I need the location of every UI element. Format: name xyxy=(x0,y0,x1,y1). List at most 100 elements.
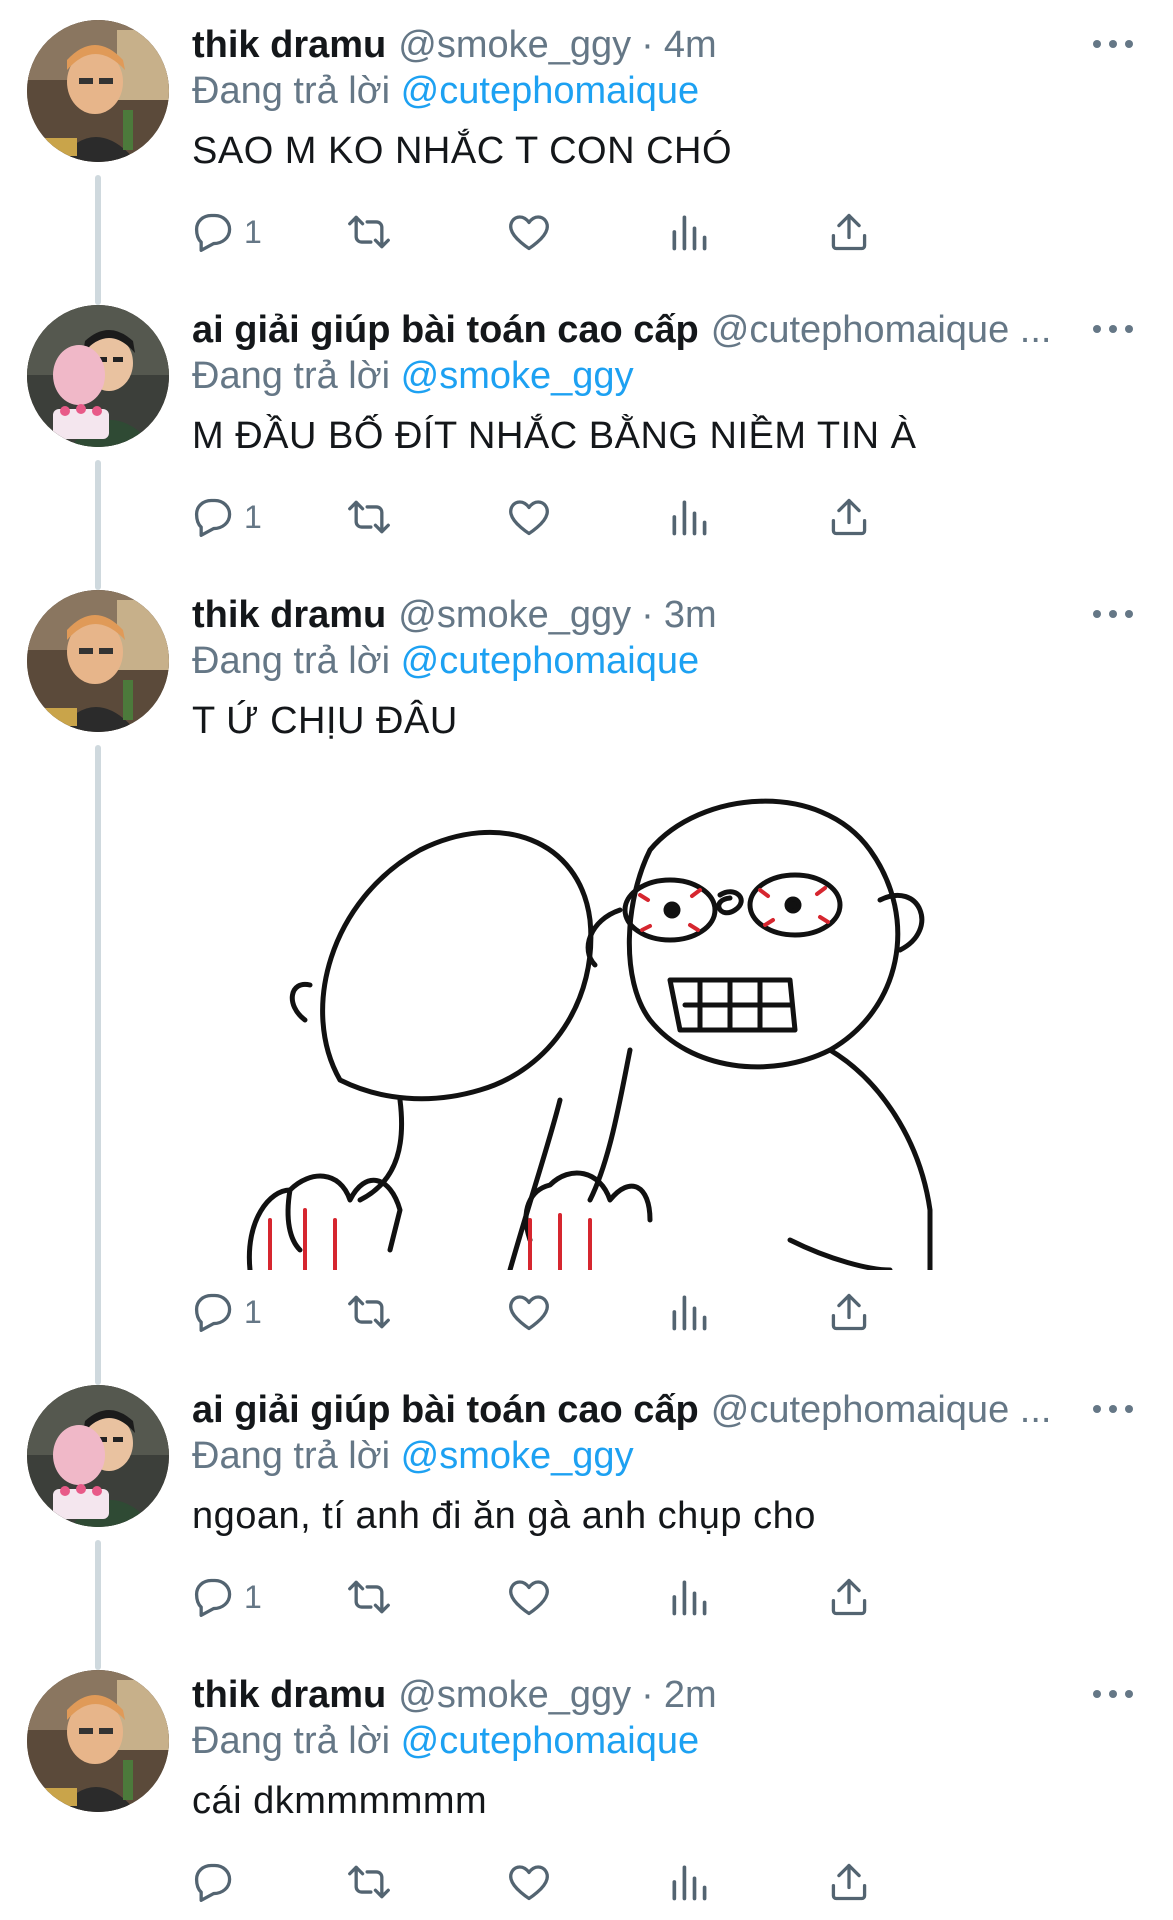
display-name[interactable]: ai giải giúp bài toán cao cấp xyxy=(192,1389,699,1432)
reply-button[interactable] xyxy=(192,1855,244,1909)
retweet-icon xyxy=(347,1290,391,1334)
timestamp[interactable]: 2m xyxy=(664,1674,717,1717)
reply-count: 1 xyxy=(244,1293,262,1330)
retweet-icon xyxy=(347,210,391,254)
replying-to: Đang trả lời @smoke_ggy xyxy=(192,355,634,398)
action-bar: 1 xyxy=(192,490,1052,544)
user-handle[interactable]: @cutephomaique ... xyxy=(711,1389,1052,1432)
retweet-icon xyxy=(347,495,391,539)
user-handle[interactable]: @smoke_ggy xyxy=(398,594,631,637)
display-name[interactable]: ai giải giúp bài toán cao cấp xyxy=(192,309,699,352)
analytics-button[interactable] xyxy=(667,1570,711,1624)
avatar-photo-cutephomaique xyxy=(27,305,169,447)
user-handle[interactable]: @smoke_ggy xyxy=(398,24,631,67)
user-handle[interactable]: @cutephomaique ... xyxy=(711,309,1052,352)
share-icon xyxy=(827,210,871,254)
tweet-media-image[interactable] xyxy=(230,780,1060,1270)
user-handle[interactable]: @smoke_ggy xyxy=(398,1674,631,1717)
analytics-icon xyxy=(667,1860,711,1904)
action-bar: 1 xyxy=(192,1570,1052,1624)
reply-icon xyxy=(192,1575,236,1619)
timestamp[interactable]: 3m xyxy=(664,594,717,637)
avatar-photo-smoke xyxy=(27,1670,169,1812)
reply-icon xyxy=(192,1860,236,1904)
analytics-button[interactable] xyxy=(667,205,711,259)
reply-icon xyxy=(192,1290,236,1334)
more-icon[interactable] xyxy=(1093,602,1133,626)
mention-link[interactable]: @cutephomaique xyxy=(401,1720,699,1762)
display-name[interactable]: thik dramu xyxy=(192,594,386,637)
avatar[interactable] xyxy=(27,590,169,732)
more-icon[interactable] xyxy=(1093,32,1133,56)
more-icon[interactable] xyxy=(1093,1397,1133,1421)
retweet-button[interactable] xyxy=(347,205,391,259)
avatar-photo-cutephomaique xyxy=(27,1385,169,1527)
replying-to-label: Đang trả lời xyxy=(192,640,391,682)
avatar[interactable] xyxy=(27,1385,169,1527)
share-button[interactable] xyxy=(827,490,871,544)
retweet-button[interactable] xyxy=(347,490,391,544)
avatar-photo-smoke xyxy=(27,20,169,162)
share-button[interactable] xyxy=(827,1855,871,1909)
mention-link[interactable]: @cutephomaique xyxy=(401,70,699,112)
thread-line xyxy=(95,175,101,305)
reply-button[interactable]: 1 xyxy=(192,1285,262,1339)
avatar[interactable] xyxy=(27,20,169,162)
action-bar: 1 xyxy=(192,205,1052,259)
replying-to: Đang trả lời @cutephomaique xyxy=(192,1720,699,1763)
analytics-button[interactable] xyxy=(667,1855,711,1909)
replying-to-label: Đang trả lời xyxy=(192,70,391,112)
thread-line xyxy=(95,745,101,1385)
retweet-button[interactable] xyxy=(347,1855,391,1909)
avatar[interactable] xyxy=(27,1670,169,1812)
tweet-header: thik dramu @smoke_ggy · 2m xyxy=(192,1670,1133,1720)
replying-to-label: Đang trả lời xyxy=(192,1720,391,1762)
share-button[interactable] xyxy=(827,205,871,259)
reply-count: 1 xyxy=(244,213,262,250)
reply-button[interactable]: 1 xyxy=(192,1570,262,1624)
like-button[interactable] xyxy=(507,1570,551,1624)
analytics-button[interactable] xyxy=(667,490,711,544)
tweet-header: ai giải giúp bài toán cao cấp @cutephoma… xyxy=(192,305,1133,355)
reply-button[interactable]: 1 xyxy=(192,490,262,544)
like-button[interactable] xyxy=(507,1855,551,1909)
share-icon xyxy=(827,495,871,539)
analytics-icon xyxy=(667,495,711,539)
reply-count: 1 xyxy=(244,1578,262,1615)
avatar-photo-smoke xyxy=(27,590,169,732)
mention-link[interactable]: @smoke_ggy xyxy=(401,1435,634,1477)
share-button[interactable] xyxy=(827,1285,871,1339)
like-button[interactable] xyxy=(507,490,551,544)
share-button[interactable] xyxy=(827,1570,871,1624)
analytics-icon xyxy=(667,210,711,254)
replying-to-label: Đang trả lời xyxy=(192,355,391,397)
mention-link[interactable]: @smoke_ggy xyxy=(401,355,634,397)
retweet-button[interactable] xyxy=(347,1285,391,1339)
more-icon[interactable] xyxy=(1093,1682,1133,1706)
thread-line xyxy=(95,460,101,590)
mention-link[interactable]: @cutephomaique xyxy=(401,640,699,682)
reply-icon xyxy=(192,210,236,254)
tweet-text: M ĐẦU BỐ ĐÍT NHẮC BẰNG NIỀM TIN À xyxy=(192,415,917,457)
analytics-icon xyxy=(667,1575,711,1619)
analytics-icon xyxy=(667,1290,711,1334)
heart-icon xyxy=(507,1575,551,1619)
retweet-button[interactable] xyxy=(347,1570,391,1624)
like-button[interactable] xyxy=(507,205,551,259)
retweet-icon xyxy=(347,1575,391,1619)
more-icon[interactable] xyxy=(1093,317,1133,341)
like-button[interactable] xyxy=(507,1285,551,1339)
analytics-button[interactable] xyxy=(667,1285,711,1339)
avatar[interactable] xyxy=(27,305,169,447)
tweet-text: cái dkmmmmmm xyxy=(192,1780,488,1822)
reply-icon xyxy=(192,495,236,539)
share-icon xyxy=(827,1575,871,1619)
heart-icon xyxy=(507,210,551,254)
display-name[interactable]: thik dramu xyxy=(192,1674,386,1717)
replying-to-label: Đang trả lời xyxy=(192,1435,391,1477)
timestamp[interactable]: 4m xyxy=(664,24,717,67)
reply-button[interactable]: 1 xyxy=(192,205,262,259)
retweet-icon xyxy=(347,1860,391,1904)
display-name[interactable]: thik dramu xyxy=(192,24,386,67)
tweet-header: ai giải giúp bài toán cao cấp @cutephoma… xyxy=(192,1385,1133,1435)
